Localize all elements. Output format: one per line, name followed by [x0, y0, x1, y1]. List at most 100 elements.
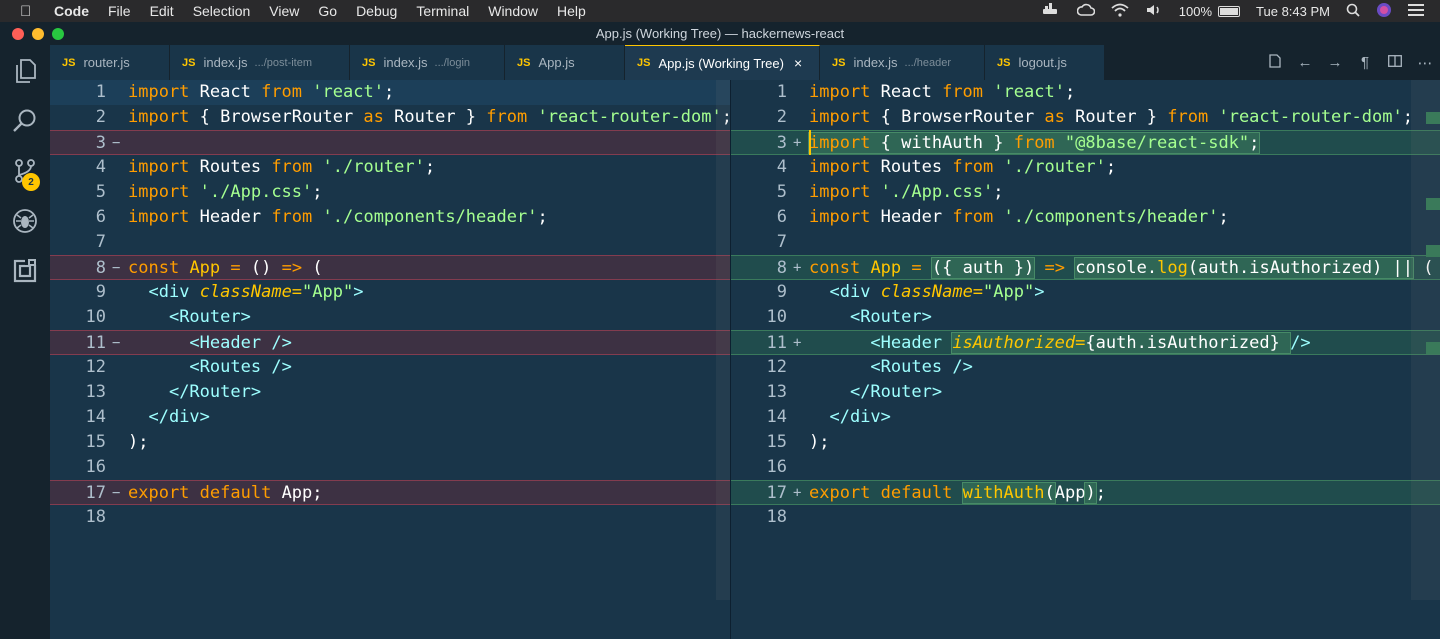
code-text: import Routes from './router';: [128, 157, 436, 177]
code-line: 4 import Routes from './router';: [731, 155, 1440, 180]
menu-help[interactable]: Help: [557, 3, 586, 19]
tab-index-post-item[interactable]: JS index.js .../post-item: [170, 45, 350, 80]
added-marker: +: [793, 135, 802, 151]
line-number: 17: [85, 483, 106, 503]
next-change-icon[interactable]: →: [1320, 54, 1350, 71]
code-text: );: [809, 432, 830, 452]
code-text: const App = () => (: [128, 258, 323, 278]
tab-app-js[interactable]: JS App.js: [505, 45, 625, 80]
source-control-icon[interactable]: 2: [0, 147, 50, 195]
menu-debug[interactable]: Debug: [356, 3, 397, 19]
line-number: 11: [85, 333, 106, 353]
close-tab-icon[interactable]: ×: [794, 55, 802, 71]
code-line: 1 import React from 'react';: [50, 80, 730, 105]
tab-index-header[interactable]: JS index.js .../header: [820, 45, 985, 80]
code-text: </Router>: [849, 382, 943, 402]
line-number: 10: [85, 307, 106, 327]
line-number: 2: [95, 107, 106, 127]
close-window-button[interactable]: [12, 28, 24, 40]
js-file-icon: JS: [517, 56, 531, 69]
line-number: 1: [95, 82, 106, 102]
code-line-removed: 8 − const App = () => (: [50, 255, 730, 280]
code-line: 12 <Routes />: [50, 355, 730, 380]
split-editor-icon[interactable]: [1380, 54, 1410, 71]
code-text: <Header isAuthorized={auth.isAuthorized}…: [870, 332, 1311, 354]
battery-icon[interactable]: [1218, 5, 1241, 17]
line-number: 10: [766, 307, 787, 327]
overview-ruler[interactable]: [1411, 80, 1440, 600]
menu-go[interactable]: Go: [318, 3, 337, 19]
docker-icon[interactable]: [1041, 2, 1061, 20]
window-titlebar: App.js (Working Tree) — hackernews-react: [0, 22, 1440, 45]
tab-logout-js[interactable]: JS logout.js: [985, 45, 1105, 80]
tab-label: App.js (Working Tree): [658, 55, 784, 71]
search-icon[interactable]: [0, 97, 50, 145]
line-number: 4: [95, 157, 106, 177]
line-number: 18: [85, 507, 106, 527]
menu-window[interactable]: Window: [488, 3, 538, 19]
js-file-icon: JS: [182, 56, 196, 69]
clock[interactable]: Tue 8:43 PM: [1256, 4, 1330, 19]
menu-selection[interactable]: Selection: [193, 3, 251, 19]
notification-center-icon[interactable]: [1408, 3, 1424, 20]
tab-index-login[interactable]: JS index.js .../login: [350, 45, 505, 80]
code-line: 1 import React from 'react';: [731, 80, 1440, 105]
code-line-removed: 3 −: [50, 130, 730, 155]
whitespace-toggle-icon[interactable]: ¶: [1350, 54, 1380, 71]
code-line: 14 </div>: [50, 405, 730, 430]
cloud-icon[interactable]: [1076, 3, 1096, 20]
tab-label: index.js: [383, 55, 428, 70]
debug-icon[interactable]: [0, 197, 50, 245]
added-marker: +: [793, 335, 802, 351]
mac-menubar:  Code File Edit Selection View Go Debug…: [0, 0, 1440, 22]
diff-original-pane[interactable]: 1 import React from 'react'; 2 import { …: [50, 80, 730, 639]
tab-router-js[interactable]: JS router.js: [50, 45, 170, 80]
code-text: export default withAuth(App);: [809, 482, 1106, 504]
wifi-icon[interactable]: [1111, 3, 1129, 20]
vertical-scrollbar[interactable]: [716, 80, 730, 600]
line-number: 14: [85, 407, 106, 427]
line-number: 9: [776, 282, 787, 302]
js-file-icon: JS: [997, 56, 1011, 69]
diff-modified-pane[interactable]: 1 import React from 'react'; 2 import { …: [730, 80, 1440, 639]
code-line: 5 import './App.css';: [731, 180, 1440, 205]
extensions-icon[interactable]: [0, 247, 50, 295]
removed-marker: −: [112, 335, 121, 351]
siri-icon[interactable]: [1376, 2, 1392, 21]
code-text: import Header from './components/header'…: [128, 207, 548, 227]
code-line: 18: [731, 505, 1440, 530]
spotlight-icon[interactable]: [1346, 3, 1360, 20]
code-text: export default App;: [128, 483, 323, 503]
line-number: 9: [95, 282, 106, 302]
tab-app-js-working-tree[interactable]: JS App.js (Working Tree) ×: [625, 45, 820, 80]
code-text: </Router>: [168, 382, 262, 402]
minimize-window-button[interactable]: [32, 28, 44, 40]
menu-terminal[interactable]: Terminal: [416, 3, 469, 19]
previous-change-icon[interactable]: ←: [1290, 54, 1320, 71]
code-text: <div className="App">: [829, 282, 1045, 302]
volume-icon[interactable]: [1145, 3, 1163, 20]
code-text: import { BrowserRouter as Router } from …: [128, 107, 730, 127]
line-number: 3: [95, 133, 106, 153]
code-line-added: 8 + const App = ({ auth }) => console.lo…: [731, 255, 1440, 280]
added-marker: +: [793, 485, 802, 501]
line-number: 11: [766, 333, 787, 353]
line-number: 12: [85, 357, 106, 377]
code-text: import './App.css';: [809, 182, 1004, 202]
line-number: 6: [776, 207, 787, 227]
code-text: import React from 'react';: [809, 82, 1076, 102]
line-number: 14: [766, 407, 787, 427]
code-line: 10 <Router>: [50, 305, 730, 330]
menu-edit[interactable]: Edit: [150, 3, 174, 19]
code-line: 7: [50, 230, 730, 255]
menu-view[interactable]: View: [269, 3, 299, 19]
more-actions-icon[interactable]: ⋯: [1410, 54, 1440, 72]
apple-icon[interactable]: : [20, 3, 38, 20]
menu-app[interactable]: Code: [54, 3, 89, 19]
explorer-icon[interactable]: [0, 47, 50, 95]
open-file-icon[interactable]: [1260, 53, 1290, 72]
overview-change-marker: [1426, 245, 1440, 257]
zoom-window-button[interactable]: [52, 28, 64, 40]
menu-file[interactable]: File: [108, 3, 131, 19]
code-line: 5 import './App.css';: [50, 180, 730, 205]
